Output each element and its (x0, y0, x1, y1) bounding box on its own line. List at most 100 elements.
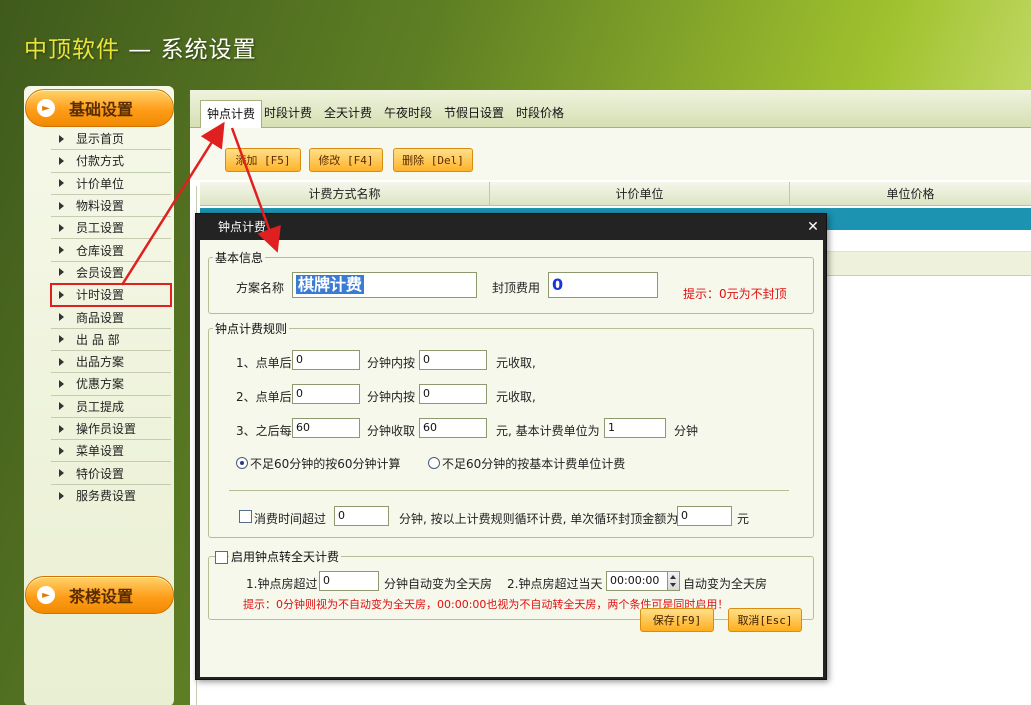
brand-name: 中顶软件 (24, 37, 120, 63)
sidebar-menu: 显示首页 付款方式 计价单位 物料设置 员工设置 仓库设置 会员设置 计时设置 … (50, 128, 172, 507)
time-spinner-icon[interactable] (667, 572, 679, 590)
rule2-suffix: 元收取, (496, 390, 536, 404)
fullday-conversion-legend[interactable]: 启用钟点转全天计费 (229, 548, 342, 565)
loop-billing-checkbox[interactable] (239, 510, 252, 523)
edit-button[interactable]: 修改 [F4] (309, 148, 383, 172)
round-base-unit-radio[interactable] (428, 457, 440, 469)
sidebar-item-discount[interactable]: 优惠方案 (51, 373, 171, 396)
hourly-billing-dialog: 钟点计费 ✕ 基本信息 方案名称 棋牌计费 封顶费用 0 提示：0元为不封顶 钟… (195, 213, 827, 680)
tab-hourly[interactable]: 钟点计费 (200, 100, 263, 128)
triangle-icon (59, 223, 64, 232)
sidebar-item-unit[interactable]: 计价单位 (51, 173, 171, 195)
column-header-unit[interactable]: 计价单位 (490, 182, 790, 206)
tab-holiday[interactable]: 节假日设置 (438, 100, 510, 128)
basic-info-legend: 基本信息 (213, 249, 266, 266)
loop-minutes-field[interactable]: 0 (334, 506, 389, 526)
sidebar-item-dept[interactable]: 出 品 部 (51, 329, 171, 351)
hourly-rules-legend: 钟点计费规则 (213, 320, 290, 337)
close-icon[interactable]: ✕ (806, 220, 820, 234)
sidebar-item-operator[interactable]: 操作员设置 (51, 418, 171, 441)
sidebar-item-staff[interactable]: 员工设置 (51, 217, 171, 240)
save-button[interactable]: 保存[F9] (640, 608, 714, 632)
triangle-icon (59, 469, 64, 478)
triangle-icon (59, 446, 64, 455)
rule1-mid: 分钟内按 (367, 356, 416, 370)
cap-fee-hint: 提示：0元为不封顶 (683, 287, 787, 301)
rule3-unit: 分钟 (674, 424, 699, 438)
sidebar-item-warehouse[interactable]: 仓库设置 (51, 239, 171, 262)
column-header-price[interactable]: 单位价格 (790, 182, 1031, 206)
cond1-prefix: 1.钟点房超过 (246, 577, 318, 591)
tab-midnight[interactable]: 午夜时段 (378, 100, 438, 128)
hourly-rules-group: 钟点计费规则 1、点单后 0 分钟内按 0 元收取, 2、点单后 0 分钟内按 … (208, 320, 814, 538)
sidebar-item-special-price[interactable]: 特价设置 (51, 462, 171, 485)
cond1-suffix: 分钟自动变为全天房 (384, 577, 493, 591)
section-teahouse-settings-label: 茶楼设置 (69, 587, 134, 606)
rule2-prefix: 2、点单后 (236, 390, 292, 404)
sidebar-item-service-fee[interactable]: 服务费设置 (51, 485, 171, 507)
sidebar-item-timing[interactable]: 计时设置 (50, 283, 172, 308)
delete-button[interactable]: 删除 [Del] (393, 148, 473, 172)
rule1-minutes-field[interactable]: 0 (292, 350, 360, 370)
tab-bar: 钟点计费 时段计费 全天计费 午夜时段 节假日设置 时段价格 (190, 90, 1031, 128)
tab-period[interactable]: 时段计费 (258, 100, 318, 128)
triangle-icon (59, 201, 64, 210)
sidebar-item-menu[interactable]: 菜单设置 (51, 440, 171, 463)
loop-unit: 元 (737, 512, 750, 526)
cond2-prefix: 2.钟点房超过当天 (507, 577, 603, 591)
fullday-conversion-group: 启用钟点转全天计费 1.钟点房超过 0 分钟自动变为全天房 2.钟点房超过当天 … (208, 548, 814, 620)
cancel-button[interactable]: 取消[Esc] (728, 608, 802, 632)
round-60-label[interactable]: 不足60分钟的按60分钟计算 (250, 455, 401, 472)
page-title: — 系统设置 (120, 37, 257, 63)
rule3-price-field[interactable]: 60 (419, 418, 487, 438)
round-base-unit-label[interactable]: 不足60分钟的按基本计费单位计费 (442, 455, 625, 472)
triangle-icon (59, 379, 64, 388)
cond2-time-field[interactable]: 00:00:00 (606, 571, 680, 591)
sidebar-item-goods[interactable]: 商品设置 (51, 306, 171, 329)
triangle-icon (59, 402, 64, 411)
triangle-icon (59, 357, 64, 366)
fullday-conversion-checkbox[interactable] (215, 551, 228, 564)
cap-fee-label: 封顶费用 (492, 281, 541, 295)
rule3-suffix: 元, 基本计费单位为 (496, 424, 600, 438)
loop-cap-field[interactable]: 0 (677, 506, 732, 526)
triangle-icon (59, 179, 64, 188)
cap-fee-field[interactable]: 0 (548, 272, 658, 298)
sidebar-item-commission[interactable]: 员工提成 (51, 396, 171, 418)
toolbar: 添加 [F5] 修改 [F4] 删除 [Del] (190, 128, 1031, 180)
triangle-icon (59, 156, 64, 165)
divider (229, 490, 789, 491)
rule2-price-field[interactable]: 0 (419, 384, 487, 404)
sidebar-item-member[interactable]: 会员设置 (51, 262, 171, 285)
loop-mid: 分钟, 按以上计费规则循环计费, 单次循环封顶金额为 (399, 512, 679, 526)
sidebar-item-home[interactable]: 显示首页 (51, 128, 171, 151)
section-basic-settings[interactable]: ► 基础设置 (25, 89, 174, 127)
triangle-icon (59, 313, 64, 322)
triangle-icon (59, 134, 64, 143)
rule2-mid: 分钟内按 (367, 390, 416, 404)
sidebar-item-material[interactable]: 物料设置 (51, 195, 171, 218)
rule3-minutes-field[interactable]: 60 (292, 418, 360, 438)
app-title: 中顶软件 — 系统设置 (24, 30, 257, 64)
rule2-minutes-field[interactable]: 0 (292, 384, 360, 404)
loop-billing-label[interactable]: 消费时间超过 (254, 510, 326, 527)
dialog-body: 基本信息 方案名称 棋牌计费 封顶费用 0 提示：0元为不封顶 钟点计费规则 1… (200, 240, 823, 677)
cond1-minutes-field[interactable]: 0 (319, 571, 379, 591)
triangle-icon (59, 290, 64, 299)
tab-period-price[interactable]: 时段价格 (510, 100, 570, 128)
basic-info-group: 基本信息 方案名称 棋牌计费 封顶费用 0 提示：0元为不封顶 (208, 249, 814, 314)
sidebar-item-payment[interactable]: 付款方式 (51, 150, 171, 173)
section-teahouse-settings[interactable]: ► 茶楼设置 (25, 576, 174, 614)
round-60-radio[interactable] (236, 457, 248, 469)
column-header-name[interactable]: 计费方式名称 (200, 182, 490, 206)
grid-header: 计费方式名称 计价单位 单位价格 (200, 182, 1031, 206)
rule1-price-field[interactable]: 0 (419, 350, 487, 370)
tab-fullday[interactable]: 全天计费 (318, 100, 378, 128)
scheme-name-field[interactable]: 棋牌计费 (292, 272, 477, 298)
sidebar-item-output-plan[interactable]: 出品方案 (51, 351, 171, 374)
sidebar: ► 基础设置 显示首页 付款方式 计价单位 物料设置 员工设置 仓库设置 会员设… (24, 86, 174, 705)
rule1-suffix: 元收取, (496, 356, 536, 370)
scheme-name-label: 方案名称 (236, 281, 285, 295)
add-button[interactable]: 添加 [F5] (225, 148, 301, 172)
base-unit-field[interactable]: 1 (604, 418, 666, 438)
